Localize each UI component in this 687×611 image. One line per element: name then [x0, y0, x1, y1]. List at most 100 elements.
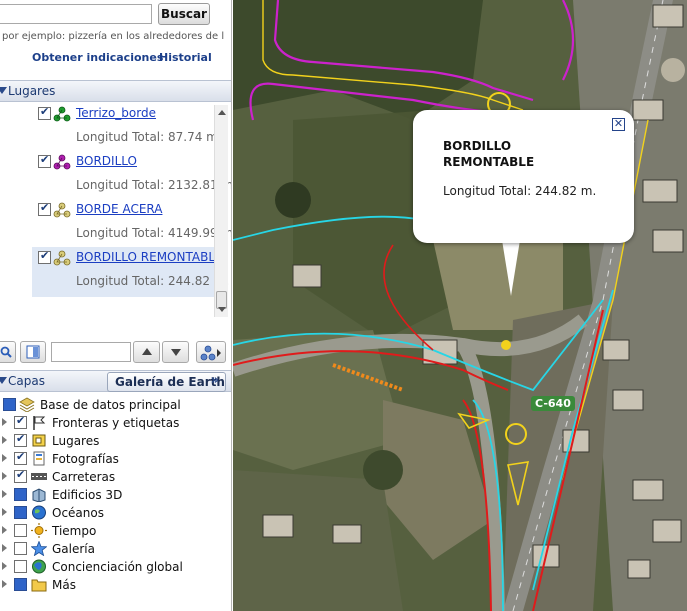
- layer-oceanos[interactable]: Océanos: [0, 504, 231, 522]
- layer-edificios-3d[interactable]: Edificios 3D: [0, 486, 231, 504]
- layer-checkbox[interactable]: [14, 432, 27, 447]
- expand-triangle-icon[interactable]: [2, 490, 7, 498]
- arrow-up-icon: [142, 348, 152, 355]
- map-view[interactable]: C-640 BORDILLO REMONTABLE Longitud Total…: [233, 0, 687, 611]
- search-button[interactable]: Buscar: [158, 3, 210, 25]
- places-header-title: Lugares: [8, 84, 56, 98]
- arrow-down-icon: [171, 349, 181, 356]
- place-checkbox[interactable]: [38, 249, 51, 264]
- balloon-text: Longitud Total: 244.82 m.: [443, 184, 597, 198]
- expand-triangle-icon[interactable]: [2, 526, 7, 534]
- star-icon: [31, 541, 47, 556]
- layer-checkbox[interactable]: [14, 560, 27, 573]
- layer-galeria[interactable]: Galería: [0, 540, 231, 558]
- satellite-imagery[interactable]: [233, 0, 687, 611]
- place-item-bordillo-remontable[interactable]: BORDILLO REMONTABLE Longitud Total: 244.…: [32, 247, 229, 297]
- expand-triangle-icon[interactable]: [2, 508, 7, 516]
- expand-triangle-icon[interactable]: [2, 562, 7, 570]
- flag-icon: [33, 416, 46, 430]
- path-icon: [53, 202, 71, 218]
- places-toolbar: [0, 340, 231, 366]
- path-icon: [53, 250, 71, 266]
- magnifier-icon: [0, 346, 12, 358]
- sun-icon: [31, 523, 47, 538]
- layer-carreteras[interactable]: Carreteras: [0, 468, 231, 486]
- layer-mas[interactable]: Más: [0, 576, 231, 594]
- road-label: C-640: [531, 396, 575, 411]
- split-view-icon: [26, 345, 40, 359]
- split-view-button[interactable]: [20, 341, 46, 363]
- database-icon: [19, 397, 35, 412]
- layer-fotografias[interactable]: Fotografías: [0, 450, 231, 468]
- path-icon: [53, 154, 71, 170]
- history-link[interactable]: Historial: [159, 51, 212, 64]
- layer-checkbox[interactable]: [14, 578, 27, 591]
- places-scrollbar[interactable]: [214, 105, 228, 317]
- layer-name: Océanos: [52, 506, 104, 520]
- place-title[interactable]: BORDE ACERA: [76, 202, 162, 216]
- scroll-up-icon[interactable]: [218, 110, 226, 115]
- search-bar: Buscar: [0, 3, 231, 26]
- balloon-tail: [502, 240, 520, 296]
- layer-tiempo[interactable]: Tiempo: [0, 522, 231, 540]
- layer-checkbox[interactable]: [14, 506, 27, 519]
- layer-name: Tiempo: [52, 524, 97, 538]
- place-item-bordillo[interactable]: BORDILLO Longitud Total: 2132.81 m: [0, 151, 231, 199]
- layer-concienciacion-global[interactable]: Concienciación global: [0, 558, 231, 576]
- place-title[interactable]: BORDILLO REMONTABLE: [76, 250, 223, 264]
- close-icon[interactable]: ✕: [612, 118, 625, 131]
- layer-checkbox[interactable]: [3, 398, 16, 411]
- layer-checkbox[interactable]: [14, 542, 27, 555]
- places-panel-header[interactable]: Lugares: [0, 80, 231, 102]
- layer-checkbox[interactable]: [14, 450, 27, 465]
- place-length: Longitud Total: 4149.99 m: [76, 226, 232, 240]
- folder-icon: [31, 579, 47, 592]
- expand-triangle-icon[interactable]: [2, 472, 7, 480]
- expand-triangle-icon[interactable]: [2, 544, 7, 552]
- layer-checkbox[interactable]: [14, 414, 27, 429]
- place-checkbox[interactable]: [38, 153, 51, 168]
- place-length: Longitud Total: 87.74 m.: [76, 130, 222, 144]
- scroll-down-icon[interactable]: [218, 307, 226, 312]
- expand-triangle-icon[interactable]: [2, 418, 7, 426]
- search-places-button[interactable]: [0, 341, 16, 363]
- expand-triangle-icon[interactable]: [2, 436, 7, 444]
- layer-fronteras-y-etiquetas[interactable]: Fronteras y etiquetas: [0, 414, 231, 432]
- place-title[interactable]: Terrizo_borde: [76, 106, 156, 120]
- expand-triangle-icon[interactable]: [2, 454, 7, 462]
- path-icon: [200, 345, 221, 361]
- search-hint: por ejemplo: pizzería en los alrededores…: [2, 31, 225, 42]
- layer-name: Edificios 3D: [52, 488, 123, 502]
- get-directions-link[interactable]: Obtener indicaciones: [32, 51, 163, 64]
- place-item-borde-acera[interactable]: BORDE ACERA Longitud Total: 4149.99 m: [0, 199, 231, 247]
- earth-gallery-button[interactable]: Galería de Earth »: [107, 372, 226, 392]
- place-item-terrizo-borde[interactable]: Terrizo_borde Longitud Total: 87.74 m.: [0, 103, 222, 151]
- layer-checkbox[interactable]: [14, 468, 27, 483]
- info-balloon: BORDILLO REMONTABLE Longitud Total: 244.…: [413, 110, 634, 243]
- expand-triangle-icon[interactable]: [2, 580, 7, 588]
- layer-lugares[interactable]: Lugares: [0, 432, 231, 450]
- layers-panel-header[interactable]: Capas Galería de Earth »: [0, 370, 231, 392]
- layer-name: Lugares: [52, 434, 100, 448]
- move-up-button[interactable]: [133, 341, 160, 363]
- layer-name: Carreteras: [52, 470, 116, 484]
- places-filter-input[interactable]: [51, 342, 131, 362]
- place-title[interactable]: BORDILLO: [76, 154, 137, 168]
- move-down-button[interactable]: [162, 341, 189, 363]
- sidebar-panel: Buscar por ejemplo: pizzería en los alre…: [0, 0, 232, 611]
- layer-checkbox[interactable]: [14, 488, 27, 501]
- place-checkbox[interactable]: [38, 201, 51, 216]
- place-checkbox[interactable]: [38, 105, 51, 120]
- layer-checkbox[interactable]: [14, 524, 27, 537]
- path-options-button[interactable]: [196, 341, 226, 363]
- layer-name: Base de datos principal: [40, 398, 181, 412]
- collapse-triangle-icon[interactable]: [0, 87, 7, 94]
- places-list: Terrizo_borde Longitud Total: 87.74 m. B…: [0, 103, 231, 323]
- earth-icon: [32, 559, 46, 574]
- photo-icon: [33, 451, 45, 466]
- collapse-triangle-icon[interactable]: [0, 377, 7, 384]
- search-input[interactable]: [0, 4, 152, 24]
- globe-icon: [32, 505, 46, 520]
- double-chevron-icon: »: [210, 373, 219, 388]
- layer-base-de-datos-principal[interactable]: Base de datos principal: [0, 396, 231, 414]
